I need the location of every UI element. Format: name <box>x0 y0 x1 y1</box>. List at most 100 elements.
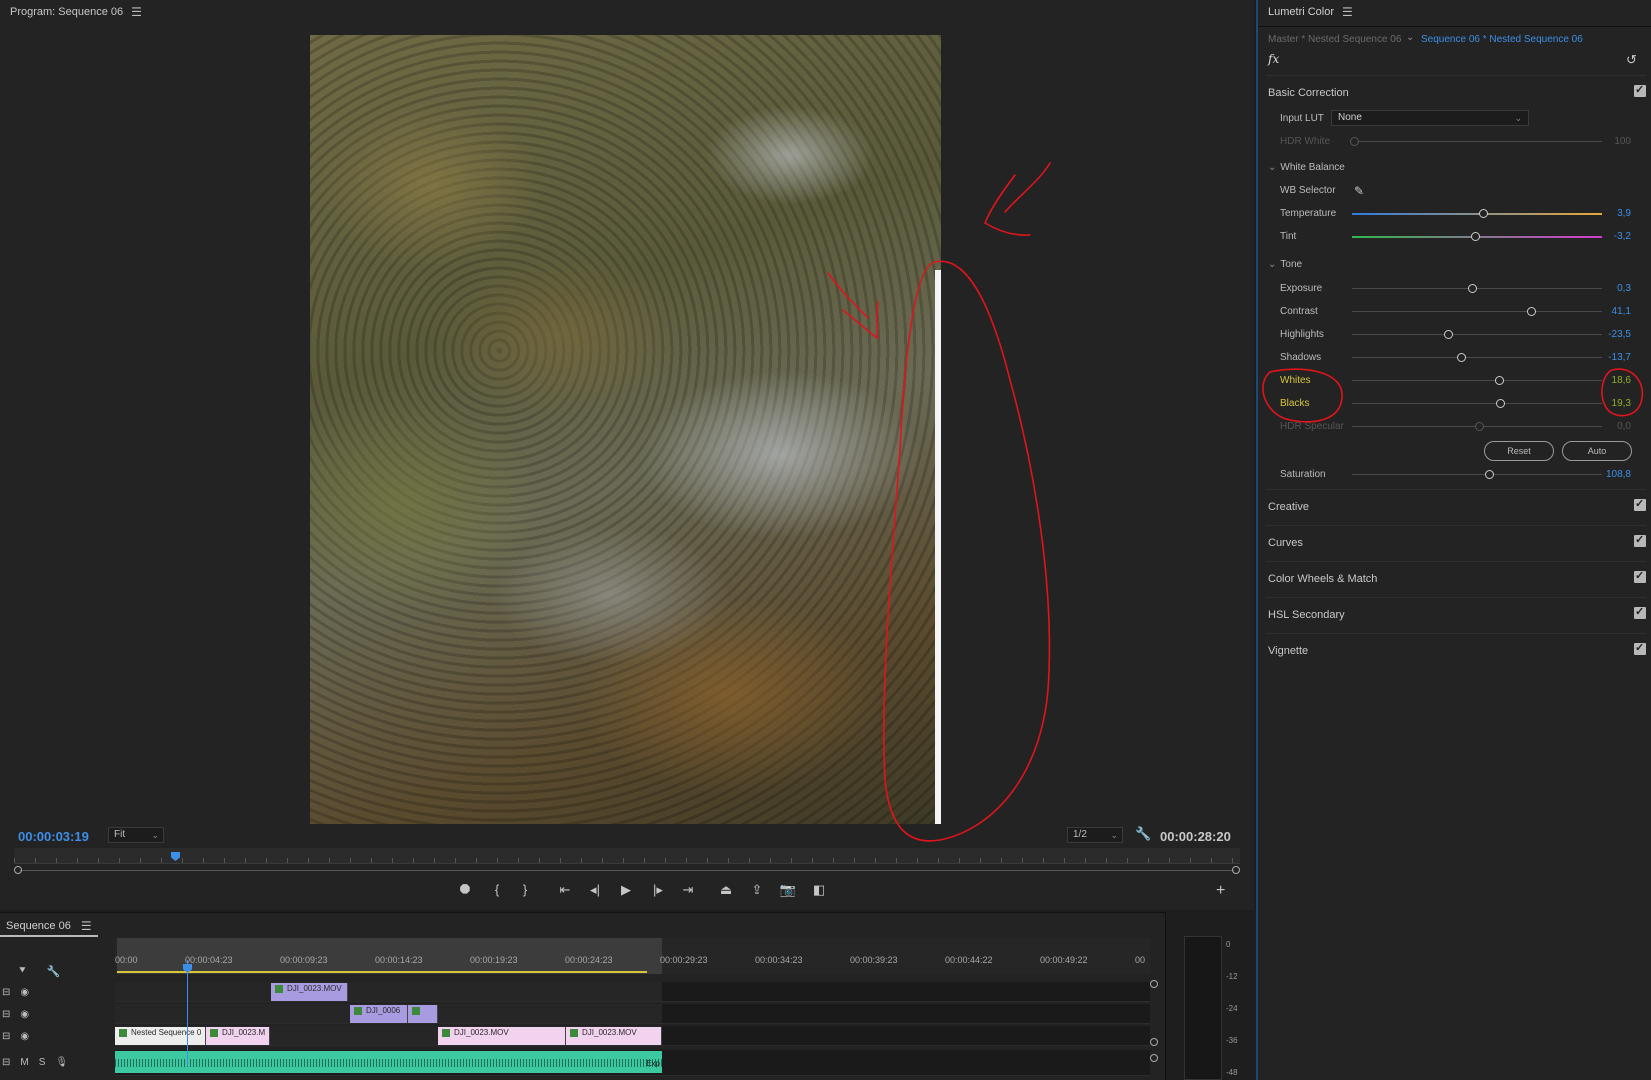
clip[interactable]: DJI_0023.MOV <box>271 983 348 1001</box>
tint-slider[interactable] <box>1352 231 1602 242</box>
time-ruler[interactable]: 00:00 00:00:04:23 00:00:09:23 00:00:14:2… <box>115 938 1150 974</box>
highlights-slider[interactable] <box>1352 329 1602 340</box>
scroll-handle-bottom[interactable] <box>1150 1038 1158 1046</box>
slider-knob[interactable] <box>1471 232 1480 241</box>
mute-button[interactable]: M <box>20 1057 28 1068</box>
exposure-value[interactable]: 0,3 <box>1601 283 1631 294</box>
section-hsl-secondary[interactable]: HSL Secondary <box>1266 597 1646 631</box>
shadows-slider[interactable] <box>1352 352 1602 363</box>
slider-knob[interactable] <box>1495 376 1504 385</box>
lumetri-menu-icon[interactable]: ☰ <box>1342 5 1353 19</box>
contrast-slider[interactable] <box>1352 306 1602 317</box>
play-icon[interactable]: ▶ <box>616 882 636 898</box>
hdr-white-value[interactable]: 100 <box>1601 136 1631 147</box>
section-checkbox[interactable] <box>1634 605 1646 619</box>
whites-slider[interactable] <box>1352 375 1602 386</box>
clip[interactable]: Nested Sequence 0 <box>115 1027 206 1045</box>
wrench-icon[interactable]: 🔧 <box>47 965 61 978</box>
lift-icon[interactable]: ⏏ <box>716 882 736 898</box>
shadows-value[interactable]: -13,7 <box>1601 352 1631 363</box>
clip[interactable] <box>408 1005 438 1023</box>
input-lut-dropdown[interactable]: None ⌄ <box>1331 110 1529 126</box>
extract-icon[interactable]: ⇪ <box>747 882 767 898</box>
reset-effect-icon[interactable]: ↺ <box>1626 52 1637 68</box>
auto-button[interactable]: Auto <box>1562 441 1632 461</box>
tone-header[interactable]: ⌄ Tone <box>1268 259 1302 270</box>
section-checkbox[interactable] <box>1634 569 1646 583</box>
slider-knob[interactable] <box>1527 307 1536 316</box>
exposure-slider[interactable] <box>1352 283 1602 294</box>
current-timecode[interactable]: 00:00:03:19 <box>18 829 89 844</box>
track-v2[interactable]: DJI_0006 <box>115 1004 1150 1024</box>
slider-knob[interactable] <box>1468 284 1477 293</box>
saturation-value[interactable]: 108,8 <box>1601 469 1631 480</box>
program-zoom-bar[interactable] <box>14 866 1240 874</box>
track-v3[interactable]: DJI_0023.MOV <box>115 982 1150 1002</box>
fit-select[interactable]: Fit ⌄ <box>108 827 164 843</box>
slider-knob[interactable] <box>1444 330 1453 339</box>
film-icon[interactable]: ⊟ <box>2 1031 10 1042</box>
clip[interactable]: DJI_0023.MOV <box>438 1027 566 1045</box>
tab-master[interactable]: Master * Nested Sequence 06 <box>1268 34 1401 45</box>
scroll-handle-top[interactable] <box>1150 980 1158 988</box>
mark-in-icon[interactable]: { <box>487 882 507 897</box>
blacks-slider[interactable] <box>1352 398 1602 409</box>
go-to-in-icon[interactable]: ⇤ <box>555 882 575 898</box>
reset-button[interactable]: Reset <box>1484 441 1554 461</box>
timeline-menu-icon[interactable]: ☰ <box>81 919 92 933</box>
clip[interactable]: DJI_0006 <box>350 1005 408 1023</box>
fx-toggle[interactable]: fx <box>1268 52 1279 66</box>
chevron-down-icon[interactable]: ⌄ <box>1406 32 1414 43</box>
saturation-slider[interactable] <box>1352 469 1602 480</box>
slider-knob[interactable] <box>1475 422 1484 431</box>
tab-sequence[interactable]: Sequence 06 ☰ <box>0 917 98 937</box>
track-a1[interactable]: Exp <box>115 1050 1150 1076</box>
wrench-icon[interactable]: 🔧 <box>1135 826 1151 842</box>
film-icon[interactable]: ⊟ <box>2 1057 10 1068</box>
go-to-out-icon[interactable]: ⇥ <box>678 882 698 898</box>
eye-icon[interactable]: ◉ <box>20 1031 29 1042</box>
section-curves[interactable]: Curves <box>1266 525 1646 559</box>
timeline-vertical-scroll[interactable] <box>1150 980 1158 1062</box>
contrast-value[interactable]: 41,1 <box>1601 306 1631 317</box>
compare-view-icon[interactable]: ◧ <box>809 882 829 898</box>
track-v1[interactable]: Nested Sequence 0 DJI_0023.M DJI_0023.MO… <box>115 1026 1150 1046</box>
audio-clip[interactable]: Exp <box>115 1051 662 1073</box>
clip[interactable]: DJI_0023.M <box>206 1027 270 1045</box>
tint-value[interactable]: -3,2 <box>1601 231 1631 242</box>
slider-knob[interactable] <box>1485 470 1494 479</box>
basic-correction-checkbox[interactable] <box>1634 83 1646 97</box>
section-checkbox[interactable] <box>1634 533 1646 547</box>
resolution-select[interactable]: 1/2 ⌄ <box>1067 827 1123 843</box>
step-forward-icon[interactable]: |▸ <box>648 882 668 898</box>
temperature-value[interactable]: 3,9 <box>1601 208 1631 219</box>
mark-out-icon[interactable]: } <box>515 882 535 897</box>
slider-knob[interactable] <box>1496 399 1505 408</box>
program-menu-icon[interactable]: ☰ <box>131 5 142 19</box>
tab-sequence-clip[interactable]: Sequence 06 * Nested Sequence 06 <box>1421 34 1583 45</box>
temperature-slider[interactable] <box>1352 208 1602 219</box>
add-button-icon[interactable]: + <box>1216 882 1225 900</box>
section-vignette[interactable]: Vignette <box>1266 633 1646 667</box>
film-icon[interactable]: ⊟ <box>2 1009 10 1020</box>
hdr-specular-value[interactable]: 0,0 <box>1601 421 1631 432</box>
section-basic-correction[interactable]: Basic Correction <box>1266 75 1646 109</box>
highlights-value[interactable]: -23,5 <box>1601 329 1631 340</box>
add-marker-icon[interactable]: ⯃ <box>455 882 475 898</box>
section-creative[interactable]: Creative <box>1266 489 1646 523</box>
slider-knob[interactable] <box>1350 137 1359 146</box>
program-scrubber[interactable] <box>14 848 1240 864</box>
eyedropper-icon[interactable]: ✎ <box>1354 184 1364 198</box>
hdr-specular-slider[interactable] <box>1352 421 1602 432</box>
add-marker-icon[interactable]: ⯆ <box>18 965 27 978</box>
camera-icon[interactable]: 📷 <box>778 882 798 898</box>
clip[interactable]: DJI_0023.MOV <box>566 1027 662 1045</box>
blacks-value[interactable]: 19,3 <box>1601 398 1631 409</box>
whites-value[interactable]: 18,6 <box>1601 375 1631 386</box>
section-color-wheels[interactable]: Color Wheels & Match <box>1266 561 1646 595</box>
zoom-bar-left-handle[interactable] <box>14 866 22 874</box>
eye-icon[interactable]: ◉ <box>20 987 29 998</box>
section-checkbox[interactable] <box>1634 497 1646 511</box>
microphone-icon[interactable]: 🎙 <box>55 1057 68 1068</box>
section-checkbox[interactable] <box>1634 641 1646 655</box>
